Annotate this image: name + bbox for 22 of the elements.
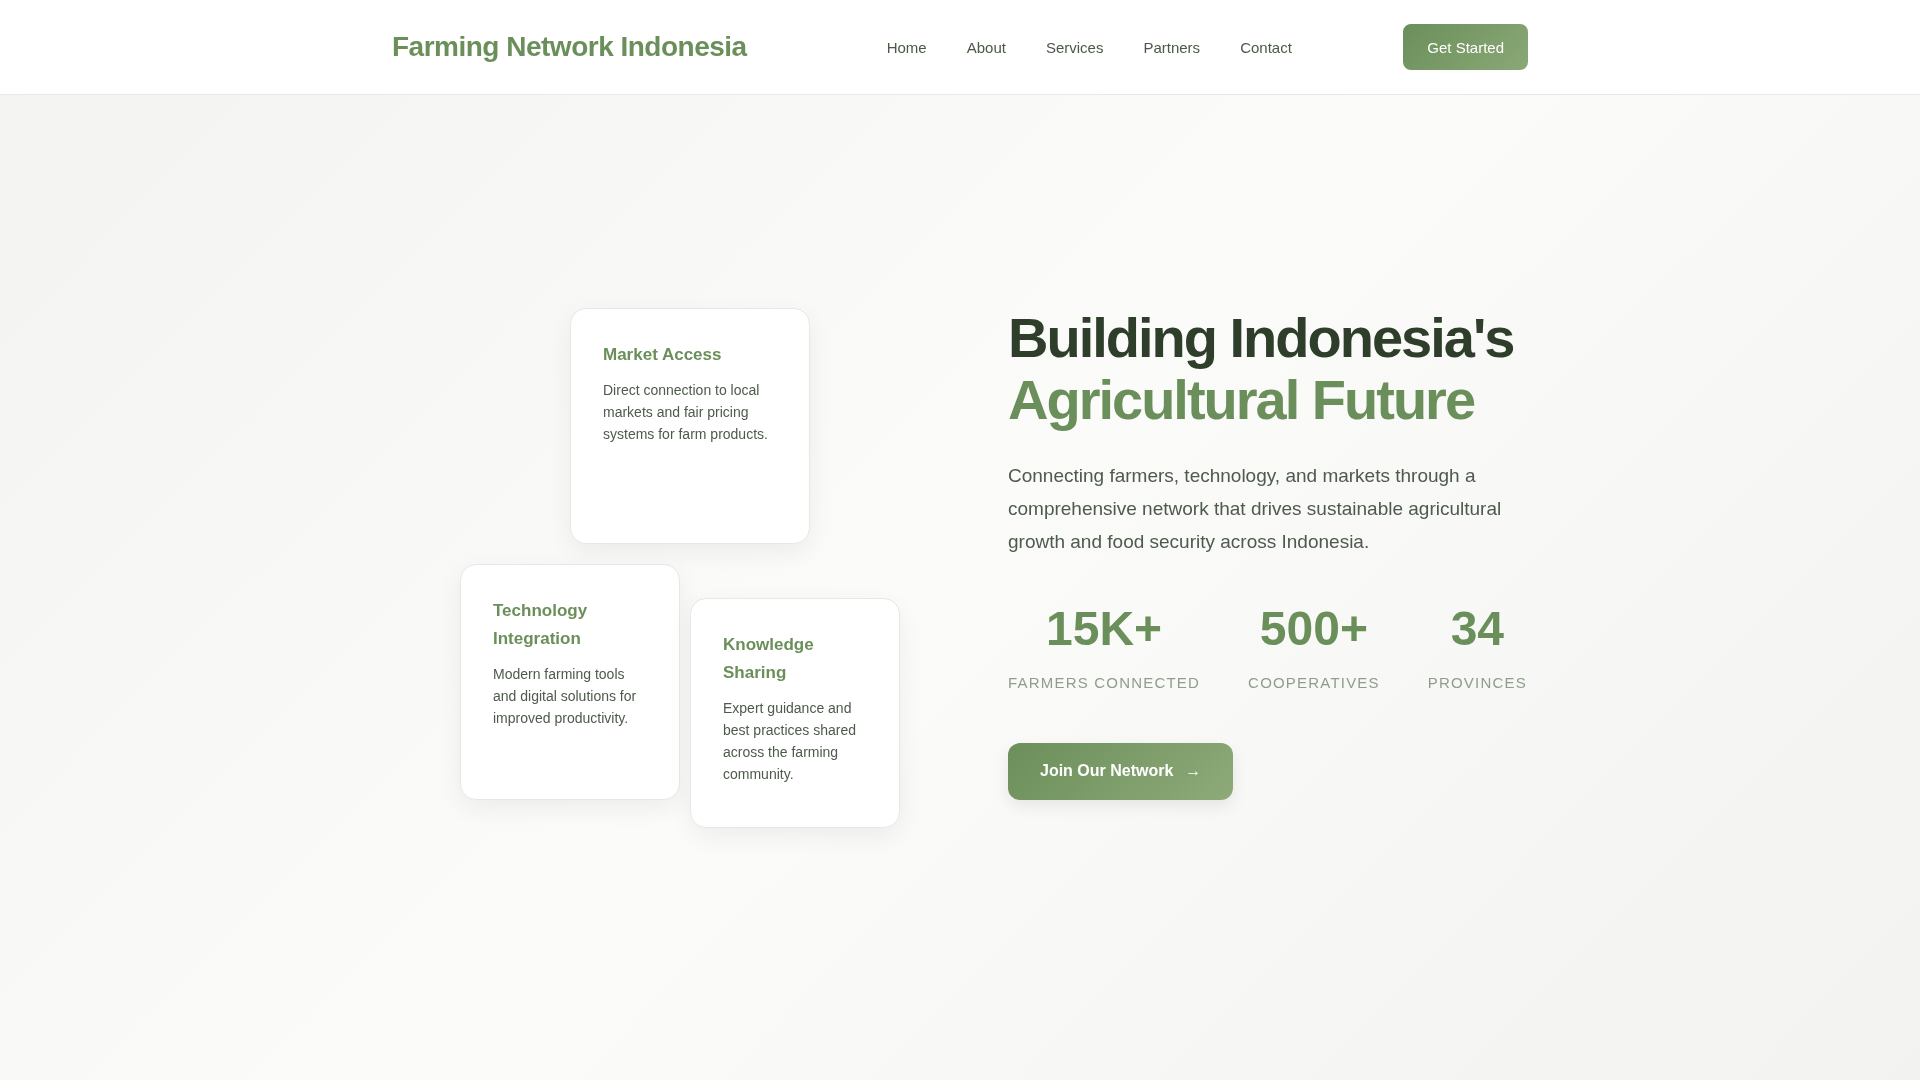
stat-value: 15K+: [1046, 601, 1163, 656]
nav-link[interactable]: Contact: [1240, 38, 1292, 56]
nav-link[interactable]: Home: [886, 38, 927, 56]
card-title: Market Access: [603, 344, 723, 366]
card-description: Modern farming tools and digital solutions for improved productivity.: [493, 665, 638, 728]
hero-title-highlight: Agricultural Future: [1008, 368, 1476, 431]
nav-link[interactable]: Partners: [1143, 38, 1201, 56]
card-description: Direct connection to local markets and fair pricing systems for farm products.: [603, 381, 769, 444]
arrow-icon: →: [1185, 762, 1202, 780]
card-description: Expert guidance and best practices shared across the farming community.: [723, 699, 858, 784]
card-title: Knowledge Sharing: [723, 634, 815, 684]
stat-value: 34: [1450, 601, 1504, 656]
site-logo[interactable]: Farming Network Indonesia: [392, 31, 747, 63]
hero-description: Connecting farmers, technology, and markets through a comprehensive network that drives sustainable agricultural growth and food security across Indonesia.: [1008, 463, 1503, 554]
stat-label: PROVINCES: [1427, 673, 1527, 691]
nav-link[interactable]: Services: [1045, 38, 1104, 56]
stat-label: COOPERATIVES: [1248, 673, 1380, 691]
stat-value: 500+: [1259, 601, 1368, 656]
hero-title: Building Indonesia's: [1008, 306, 1515, 369]
nav-link[interactable]: About: [966, 38, 1006, 56]
stat-label: FARMERS CONNECTED: [1008, 673, 1201, 691]
card-title: Technology Integration: [493, 600, 589, 650]
